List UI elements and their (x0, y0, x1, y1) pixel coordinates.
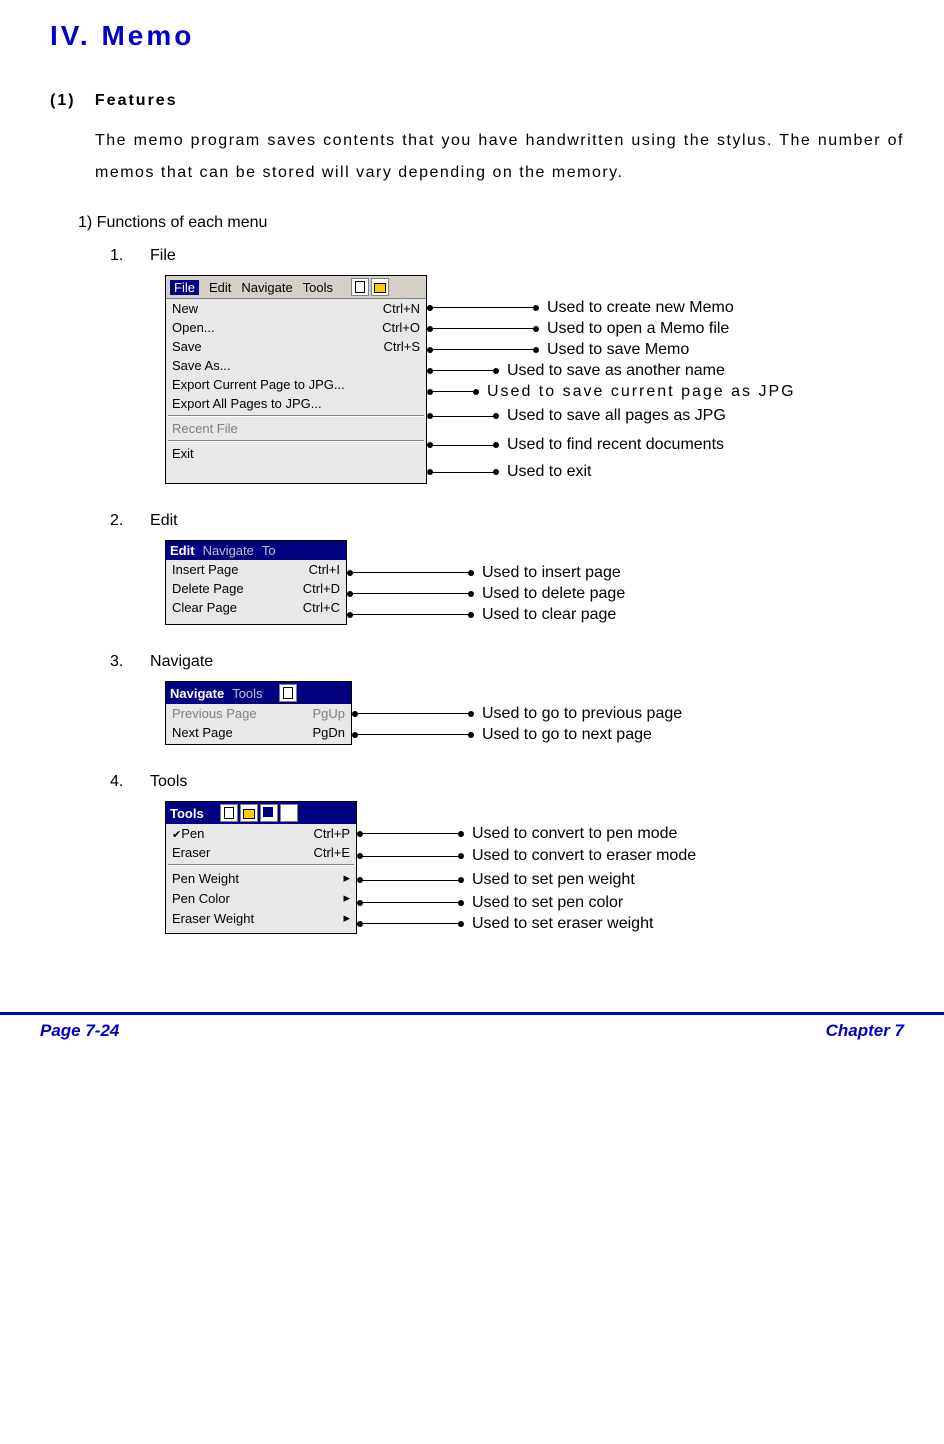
menuitem-recent: Recent File (166, 419, 426, 438)
annot-delete: Used to delete page (482, 585, 625, 603)
menuitem-next[interactable]: Next PagePgDn (166, 723, 351, 742)
annot-pen: Used to convert to pen mode (472, 825, 677, 843)
menuitem-pen[interactable]: ✔PenCtrl+P (166, 824, 356, 843)
footer-chapter: Chapter 7 (826, 1021, 904, 1041)
annot-prev: Used to go to previous page (482, 705, 682, 723)
navigate-menu-panel: Navigate Tools Previous PagePgUp Next Pa… (165, 681, 352, 745)
annot-penweight: Used to set pen weight (472, 871, 635, 889)
menuitem-eraser[interactable]: EraserCtrl+E (166, 843, 356, 862)
file-menu-panel: File Edit Navigate Tools NewCtrl+N Open.… (165, 275, 427, 484)
menubar: Navigate Tools (166, 682, 351, 704)
annot-next: Used to go to next page (482, 726, 652, 744)
page-title: IV. Memo (50, 20, 904, 52)
menu-edit[interactable]: Edit (170, 543, 195, 558)
annot-saveas: Used to save as another name (507, 362, 725, 380)
annot-export-all: Used to save all pages as JPG (507, 407, 726, 425)
new-icon[interactable] (351, 278, 369, 296)
check-icon: ✔ (172, 829, 181, 841)
annot-save: Used to save Memo (547, 341, 689, 359)
new-icon[interactable] (220, 804, 238, 822)
menu-tools[interactable]: Tools (170, 806, 204, 821)
menuitem-exit[interactable]: Exit (166, 444, 426, 463)
new-icon[interactable] (279, 684, 297, 702)
menuitem-open[interactable]: Open...Ctrl+O (166, 318, 426, 337)
annot-export-current: Used to save current page as JPG (487, 383, 796, 401)
menubar: Edit Navigate To (166, 541, 346, 560)
open-icon[interactable] (371, 278, 389, 296)
heading-navigate: 3. Navigate (110, 653, 904, 671)
menuitem-prev[interactable]: Previous PagePgUp (166, 704, 351, 723)
menu-edit[interactable]: Edit (209, 280, 231, 295)
heading-file: 1. File (110, 247, 904, 265)
menuitem-new[interactable]: NewCtrl+N (166, 299, 426, 318)
heading-edit: 2. Edit (110, 512, 904, 530)
menuitem-saveas[interactable]: Save As... (166, 356, 426, 375)
annot-new: Used to create new Memo (547, 299, 734, 317)
menu-navigate[interactable]: Navigate (170, 686, 224, 701)
menu-tools[interactable]: Tools (232, 686, 262, 701)
menubar: Tools (166, 802, 356, 824)
annot-eraser: Used to convert to eraser mode (472, 847, 696, 865)
menu-tools[interactable]: To (262, 543, 276, 558)
annot-open: Used to open a Memo file (547, 320, 729, 338)
annot-pencolor: Used to set pen color (472, 894, 623, 912)
menu-navigate[interactable]: Navigate (241, 280, 292, 295)
annot-insert: Used to insert page (482, 564, 621, 582)
page-footer: Page 7-24 Chapter 7 (0, 1012, 944, 1047)
tools-menu-panel: Tools ✔PenCtrl+P EraserCtrl+E Pen Weight… (165, 801, 357, 934)
menu-file[interactable]: File (170, 280, 199, 295)
annot-eraserweight: Used to set eraser weight (472, 915, 653, 933)
save-icon[interactable] (260, 804, 278, 822)
menubar: File Edit Navigate Tools (166, 276, 426, 299)
paragraph-intro: The memo program saves contents that you… (95, 125, 904, 189)
footer-page: Page 7-24 (40, 1021, 119, 1041)
annot-recent: Used to find recent documents (507, 436, 724, 454)
annot-clear: Used to clear page (482, 606, 616, 624)
menuitem-delete[interactable]: Delete PageCtrl+D (166, 579, 346, 598)
menuitem-export-all[interactable]: Export All Pages to JPG... (166, 394, 426, 413)
menu-tools[interactable]: Tools (303, 280, 333, 295)
open-icon[interactable] (240, 804, 258, 822)
heading-features: (1) Features (50, 92, 904, 110)
menuitem-eraserweight[interactable]: Eraser Weight▸ (166, 908, 356, 928)
menuitem-penweight[interactable]: Pen Weight▸ (166, 868, 356, 888)
menuitem-clear[interactable]: Clear PageCtrl+C (166, 598, 346, 617)
edit-menu-panel: Edit Navigate To Insert PageCtrl+I Delet… (165, 540, 347, 625)
menuitem-save[interactable]: SaveCtrl+S (166, 337, 426, 356)
heading-tools: 4. Tools (110, 773, 904, 791)
menuitem-pencolor[interactable]: Pen Color▸ (166, 888, 356, 908)
copy-icon[interactable] (280, 804, 298, 822)
menuitem-export-current[interactable]: Export Current Page to JPG... (166, 375, 426, 394)
heading-functions: 1) Functions of each menu (78, 214, 904, 232)
menu-navigate[interactable]: Navigate (203, 543, 254, 558)
annot-exit: Used to exit (507, 463, 591, 481)
menuitem-insert[interactable]: Insert PageCtrl+I (166, 560, 346, 579)
